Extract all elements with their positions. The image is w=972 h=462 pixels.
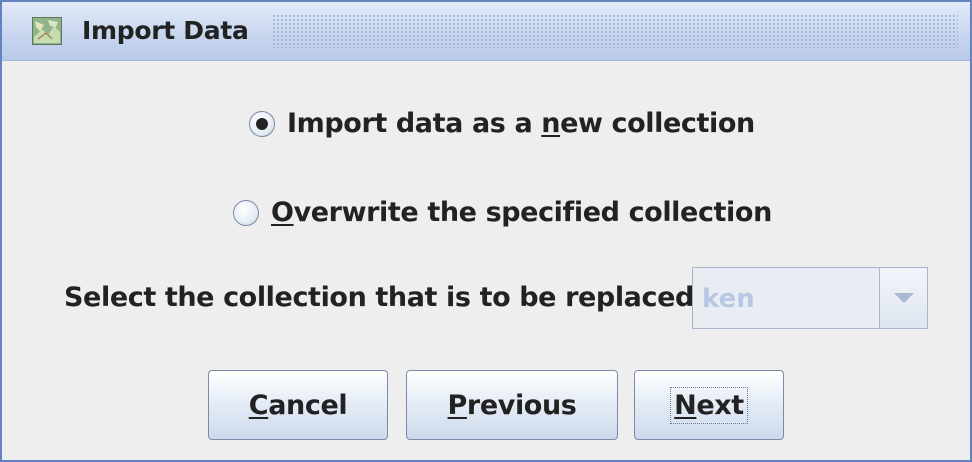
label-text: verwrite the specified collection: [293, 197, 773, 228]
overwrite-collection-option[interactable]: Overwrite the specified collection: [233, 197, 772, 228]
cancel-button-label: Cancel: [248, 389, 348, 421]
replace-collection-label: Select the collection that is to be repl…: [64, 282, 704, 313]
label-text: ancel: [268, 389, 348, 421]
previous-button-label: Previous: [448, 390, 577, 421]
label-text: Import data as a: [287, 108, 542, 139]
import-new-collection-label: Import data as a new collection: [287, 108, 755, 139]
overwrite-collection-label: Overwrite the specified collection: [271, 197, 772, 228]
collection-select-dropdown-button[interactable]: [879, 268, 927, 328]
cancel-button[interactable]: Cancel: [208, 370, 388, 440]
mnemonic-letter: N: [674, 389, 697, 421]
title-bar-grip: [272, 14, 958, 48]
mnemonic-letter: n: [541, 108, 561, 139]
previous-button[interactable]: Previous: [406, 370, 618, 440]
label-text: revious: [466, 389, 577, 421]
application-map-icon: [32, 17, 62, 45]
window-title: Import Data: [82, 16, 249, 45]
mnemonic-letter: P: [447, 389, 468, 421]
import-new-collection-option[interactable]: Import data as a new collection: [249, 108, 755, 139]
next-button[interactable]: Next: [634, 370, 784, 440]
mnemonic-letter: C: [248, 389, 269, 421]
label-text: ext: [696, 389, 744, 421]
mnemonic-letter: O: [271, 197, 294, 228]
title-bar[interactable]: Import Data: [2, 2, 970, 61]
label-text: ew collection: [560, 108, 755, 139]
import-new-collection-radio[interactable]: [249, 110, 275, 137]
overwrite-collection-radio[interactable]: [233, 199, 259, 226]
next-button-label: Next: [670, 386, 748, 424]
import-data-dialog: Import Data Import data as a new collect…: [0, 0, 972, 462]
collection-select-value: ken: [702, 284, 755, 314]
collection-select[interactable]: ken: [692, 267, 928, 329]
chevron-down-icon: [894, 293, 914, 303]
